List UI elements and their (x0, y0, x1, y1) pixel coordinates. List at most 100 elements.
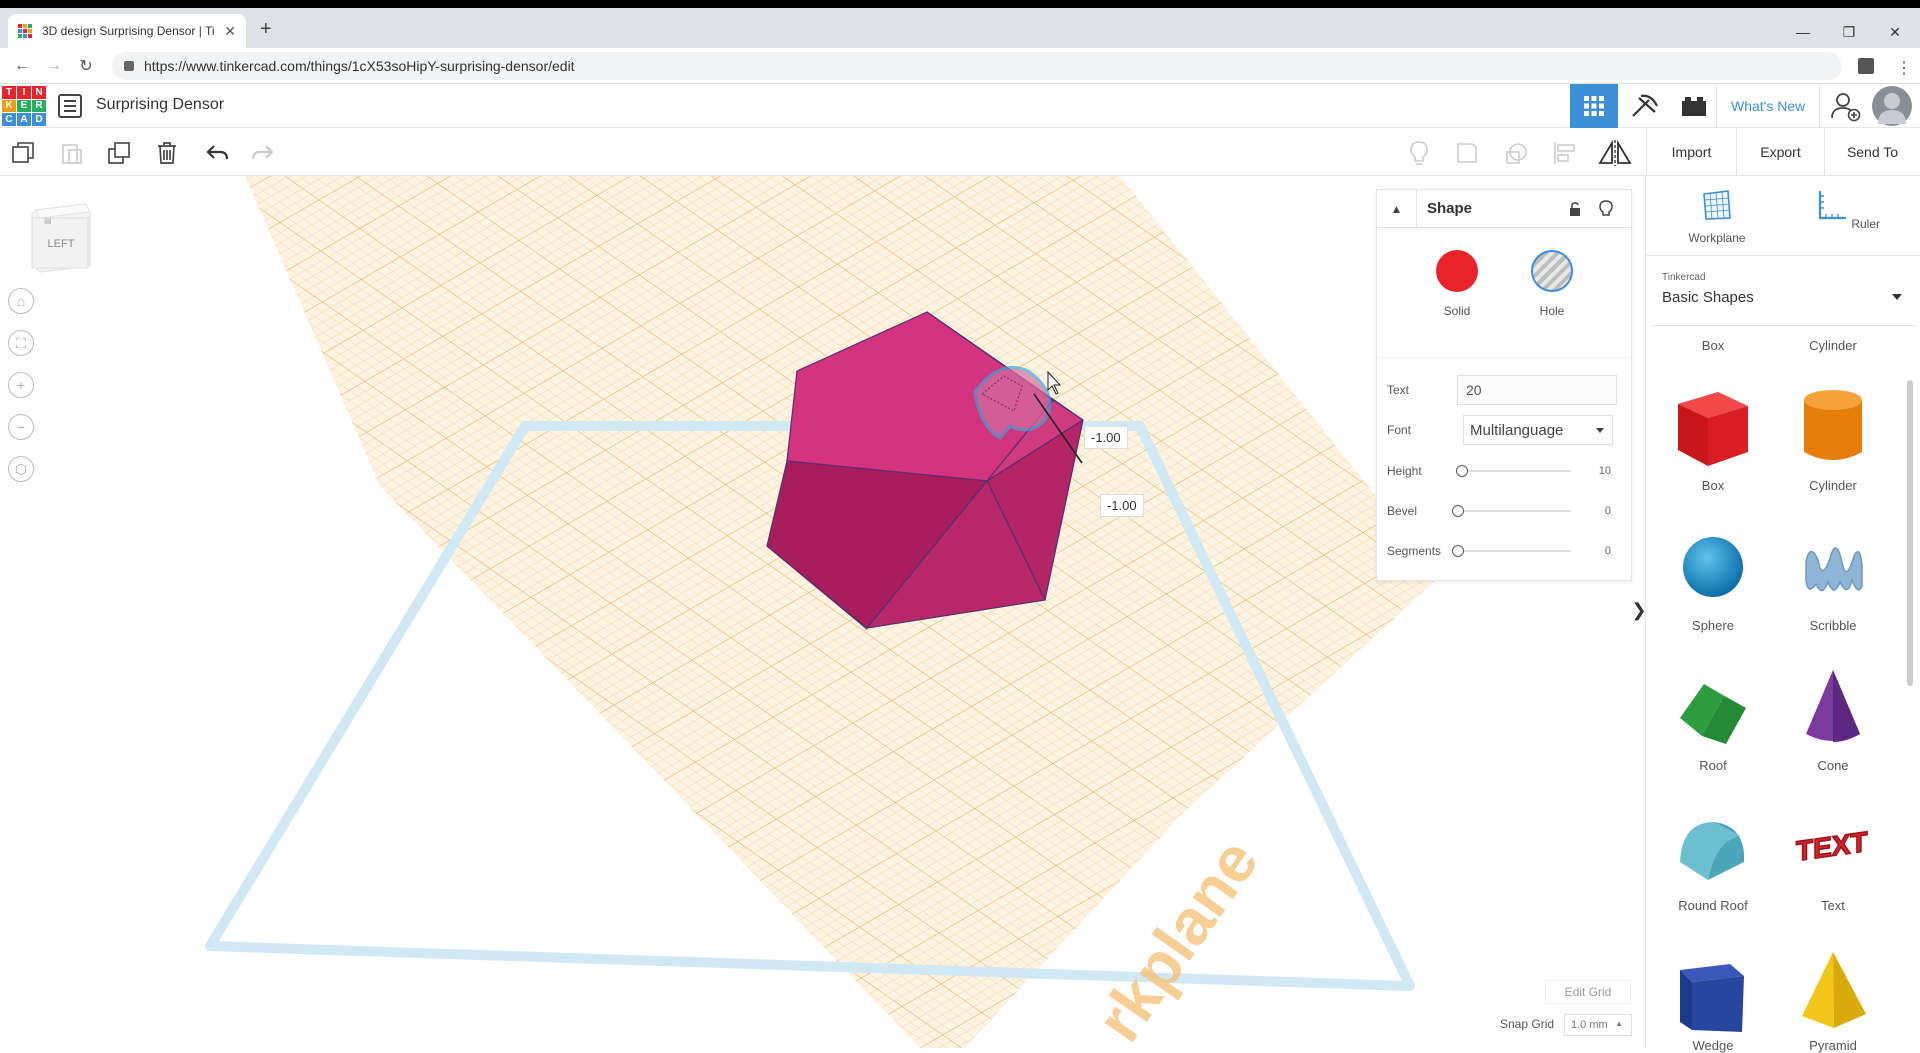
design-title[interactable]: Surprising Densor (96, 96, 224, 114)
wedge-shape-icon[interactable] (1668, 942, 1758, 1032)
app-header: T I N K E R C A D Surprising Densor What… (0, 84, 1920, 128)
bevel-slider[interactable] (1452, 505, 1571, 517)
text-shape-icon[interactable]: TEXT (1788, 802, 1878, 892)
shape-label-pyramid: Pyramid (1809, 1038, 1857, 1053)
slider-knob[interactable] (1456, 465, 1468, 477)
add-user-button[interactable] (1822, 84, 1870, 128)
collapse-panel-icon[interactable]: ▲ (1377, 189, 1417, 228)
dimension-value-b[interactable]: -1.00 (1100, 494, 1144, 517)
sidebar-toggle-icon[interactable]: ❯ (1631, 590, 1646, 630)
minimize-icon[interactable]: — (1780, 16, 1826, 48)
solid-option[interactable]: Solid (1422, 250, 1492, 318)
workplane-icon (1703, 190, 1731, 220)
add-user-icon (1831, 93, 1861, 122)
cylinder-shape-icon[interactable] (1788, 382, 1878, 472)
sphere-shape-icon[interactable] (1668, 522, 1758, 612)
height-slider[interactable] (1456, 465, 1571, 477)
logo-letter: I (17, 86, 31, 99)
library-name: Basic Shapes (1662, 289, 1754, 306)
export-button[interactable]: Export (1736, 128, 1824, 176)
light-bulb-icon[interactable] (1599, 200, 1613, 218)
partial-shape-label: Box (1701, 338, 1725, 353)
solid-color-swatch[interactable] (1436, 250, 1478, 292)
zoom-in-icon[interactable]: + (8, 372, 34, 398)
hole-option[interactable]: Hole (1517, 250, 1587, 318)
shape-label-wedge: Wedge (1692, 1038, 1734, 1053)
new-tab-icon[interactable]: + (260, 18, 272, 41)
font-select[interactable]: Multilanguage (1463, 415, 1613, 445)
back-icon[interactable]: ← (10, 54, 34, 78)
tab-close-icon[interactable]: ✕ (224, 23, 236, 40)
3d-view-button[interactable] (1570, 84, 1618, 128)
undo-icon[interactable] (204, 140, 230, 166)
pickaxe-icon (1632, 94, 1658, 117)
reload-icon[interactable]: ↻ (74, 54, 98, 78)
round-roof-shape-icon[interactable] (1668, 802, 1758, 892)
top-black-strip (0, 0, 1920, 8)
segments-value[interactable]: 0 (1571, 545, 1611, 557)
forward-icon[interactable]: → (42, 54, 66, 78)
pyramid-shape-icon[interactable] (1788, 942, 1878, 1032)
partial-shape-label: Cylinder (1809, 338, 1857, 353)
sidebar-scrollbar[interactable] (1907, 380, 1913, 686)
slider-knob[interactable] (1452, 545, 1464, 557)
browser-menu-icon[interactable]: ⋮ (1896, 58, 1912, 78)
bevel-value[interactable]: 0 (1571, 505, 1611, 517)
cone-shape-icon[interactable] (1788, 662, 1878, 752)
extension-icon[interactable] (1858, 58, 1874, 74)
tinkercad-logo[interactable]: T I N K E R C A D (2, 86, 46, 126)
snap-grid-select[interactable]: 1.0 mm ▲ (1564, 1014, 1632, 1036)
library-source: Tinkercad (1662, 272, 1706, 283)
text-input[interactable]: 20 (1457, 375, 1617, 405)
view-cube[interactable]: ▤ LEFT (30, 202, 94, 278)
home-view-icon[interactable]: ⌂ (8, 288, 34, 314)
shape-label-scribble: Scribble (1809, 618, 1857, 633)
redo-icon[interactable] (250, 140, 276, 166)
shape-label-box: Box (1701, 478, 1725, 493)
align-icon[interactable] (1552, 140, 1578, 166)
restore-icon[interactable]: ❐ (1826, 16, 1872, 48)
import-button[interactable]: Import (1646, 128, 1736, 176)
zoom-out-icon[interactable]: − (8, 414, 34, 440)
avatar[interactable] (1872, 86, 1912, 126)
design-list-icon[interactable] (58, 94, 82, 118)
group-icon[interactable] (1454, 140, 1480, 166)
unlock-icon[interactable] (1569, 202, 1581, 216)
send-to-button[interactable]: Send To (1824, 128, 1920, 176)
box-shape-icon[interactable] (1668, 382, 1758, 472)
paste-icon[interactable] (58, 140, 84, 166)
logo-letter: E (17, 99, 31, 113)
edit-grid-button[interactable]: Edit Grid (1545, 980, 1631, 1004)
ungroup-icon[interactable] (1504, 140, 1530, 166)
blocks-button[interactable] (1620, 84, 1668, 128)
roof-shape-icon[interactable] (1668, 662, 1758, 752)
url-field[interactable]: https://www.tinkercad.com/things/1cX53so… (112, 52, 1842, 80)
ruler-tool[interactable]: Ruler (1802, 188, 1892, 231)
note-bulb-icon[interactable] (1406, 140, 1432, 166)
shape-label-roof: Roof (1699, 758, 1727, 773)
whats-new-link[interactable]: What's New (1716, 84, 1821, 128)
copy-icon[interactable] (10, 140, 36, 166)
snap-grid-value: 1.0 mm (1571, 1019, 1608, 1031)
shape-panel-title: Shape (1427, 200, 1473, 217)
delete-icon[interactable] (154, 140, 180, 166)
dimension-value-a[interactable]: -1.00 (1084, 426, 1128, 449)
workplane-tool[interactable]: Workplane (1672, 188, 1762, 245)
duplicate-icon[interactable] (106, 140, 132, 166)
ortho-view-icon[interactable]: ⬡ (8, 456, 34, 482)
height-value[interactable]: 10 (1571, 465, 1611, 477)
logo-letter: A (17, 113, 31, 126)
shape-library-select[interactable]: Tinkercad Basic Shapes (1652, 264, 1916, 326)
window-close-icon[interactable]: ✕ (1872, 16, 1918, 48)
fit-view-icon[interactable]: ⛶ (8, 330, 34, 356)
hole-swatch[interactable] (1531, 250, 1573, 292)
mirror-icon[interactable] (1598, 139, 1632, 166)
bricks-button[interactable] (1670, 84, 1718, 128)
browser-tab[interactable]: 3D design Surprising Densor | Ti ✕ (8, 14, 246, 48)
segments-slider[interactable] (1452, 545, 1571, 557)
slider-knob[interactable] (1452, 505, 1464, 517)
logo-letter: C (2, 113, 16, 126)
scribble-shape-icon[interactable] (1788, 522, 1878, 612)
ruler-label: Ruler (1851, 217, 1881, 231)
browser-tab-strip: 3D design Surprising Densor | Ti ✕ + — ❐… (0, 8, 1920, 48)
